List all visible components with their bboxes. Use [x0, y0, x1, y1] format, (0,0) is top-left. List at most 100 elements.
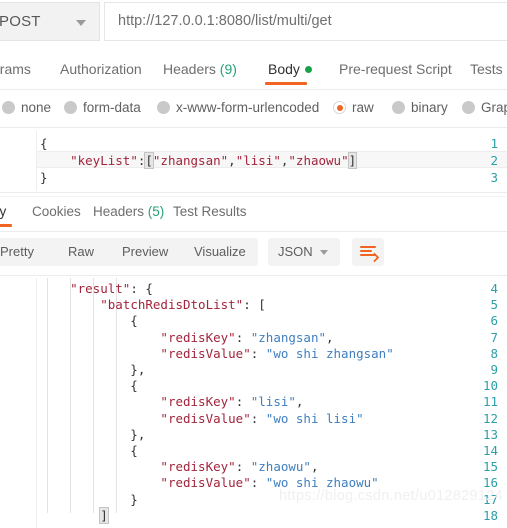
- code-line: "redisValue": "wo shi lisi": [40, 410, 363, 426]
- code-token: "lisi": [235, 153, 281, 168]
- radio-grap[interactable]: Grap: [462, 100, 507, 115]
- tab-tests[interactable]: Tests: [470, 61, 503, 77]
- code-token: "redisValue": [160, 475, 251, 491]
- code-token: ,: [310, 459, 319, 475]
- radio-x-www-form-urlencoded[interactable]: x-www-form-urlencoded: [157, 100, 319, 115]
- line-number: 6: [490, 313, 498, 329]
- code-token: "result": [70, 281, 131, 296]
- line-number: 3: [490, 170, 498, 185]
- code-token: "zhangsan": [250, 329, 327, 345]
- gutter-separator: [36, 278, 37, 528]
- tab-count: (9): [215, 61, 237, 77]
- response-tab-test-results[interactable]: Test Results: [173, 204, 247, 219]
- tab-label: Pre-request Script: [339, 61, 452, 77]
- response-tab-dy[interactable]: dy: [0, 204, 6, 219]
- code-token: ,: [326, 329, 334, 345]
- view-mode-raw[interactable]: Raw: [68, 244, 94, 259]
- radio-label: none: [21, 100, 52, 115]
- code-line: "redisValue": "wo shi zhangsan": [40, 345, 394, 361]
- radio-label: form-data: [83, 100, 141, 115]
- code-line: ]: [40, 506, 109, 524]
- tab-label: Authorization: [60, 61, 142, 77]
- line-number: 14: [482, 443, 498, 458]
- http-method-dropdown[interactable]: POST: [0, 2, 100, 41]
- code-token: ,: [295, 394, 304, 410]
- tab-label: Headers: [163, 61, 216, 77]
- code-line: "keyList":["zhangsan","lisi","zhaowu"]: [40, 152, 358, 169]
- tab-pre-request-script[interactable]: Pre-request Script: [339, 61, 452, 77]
- line-number: 8: [490, 345, 498, 361]
- tab-authorization[interactable]: Authorization: [60, 61, 142, 77]
- code-token: {: [40, 136, 48, 151]
- code-token: :: [235, 459, 251, 475]
- response-tab-cookies[interactable]: Cookies: [32, 204, 81, 219]
- line-number: 2: [490, 153, 498, 168]
- code-token: "wo shi zhangsan": [265, 345, 394, 361]
- code-token: },: [40, 426, 146, 442]
- view-mode-pretty[interactable]: Pretty: [0, 244, 34, 259]
- response-tab-label: Headers: [93, 204, 145, 219]
- format-label: JSON: [278, 244, 313, 259]
- line-number: 10: [482, 378, 498, 394]
- radio-binary[interactable]: binary: [392, 100, 448, 115]
- body-type-radio-group: none form-data x-www-form-urlencoded raw bin…: [0, 92, 507, 128]
- radio-none[interactable]: none: [2, 100, 51, 115]
- code-token: "redisValue": [160, 345, 251, 361]
- code-token: [: [144, 152, 154, 169]
- postman-window: POST http://127.0.0.1:8080/list/multi/ge…: [0, 0, 507, 528]
- code-token: :: [250, 475, 266, 491]
- response-view-toolbar: Pretty Raw Preview Visualize JSON: [0, 238, 507, 272]
- code-line: {: [40, 136, 48, 151]
- code-token: "redisKey": [160, 394, 236, 410]
- request-tabs-divider: [0, 89, 507, 90]
- tab-body[interactable]: Body: [268, 61, 312, 77]
- code-line: "result": {: [40, 281, 153, 296]
- line-number-gutter: [0, 278, 36, 528]
- code-token: :: [250, 345, 266, 361]
- watermark-text: https://blog.csdn.net/u012829124: [278, 488, 503, 504]
- word-wrap-icon: [360, 246, 380, 263]
- code-token: },: [40, 362, 146, 377]
- code-line: },: [40, 427, 145, 442]
- code-token: :: [250, 410, 266, 426]
- code-token: {: [40, 443, 138, 458]
- code-line: },: [40, 362, 145, 377]
- code-token: "lisi": [250, 394, 296, 410]
- view-mode-preview[interactable]: Preview: [122, 244, 168, 259]
- code-line: {: [40, 378, 138, 393]
- response-tab-headers[interactable]: Headers (5): [93, 204, 164, 219]
- radio-dot-icon: [392, 101, 405, 114]
- tab-label: Body: [268, 61, 300, 77]
- line-number: 13: [482, 426, 498, 442]
- response-toolbar-divider: [0, 275, 507, 276]
- radio-dot-icon: [157, 101, 170, 114]
- code-token: :: [235, 329, 251, 345]
- code-token: "zhaowu": [250, 459, 311, 475]
- request-body-editor[interactable]: 1{2 "keyList":["zhangsan","lisi","zhaowu…: [0, 131, 507, 191]
- code-line: }: [40, 492, 138, 507]
- tab-label: Tests: [470, 61, 503, 77]
- response-tab-bar: dy Cookies Headers (5) Test Results: [0, 199, 507, 231]
- tab-headers[interactable]: Headers (9): [163, 61, 237, 77]
- view-mode-visualize[interactable]: Visualize: [194, 244, 246, 259]
- code-token: "redisValue": [160, 410, 251, 426]
- code-token: ,: [228, 153, 236, 168]
- code-token: }: [40, 491, 138, 507]
- active-tab-underline: [265, 82, 307, 85]
- tab-arams[interactable]: arams: [0, 61, 31, 77]
- code-line: "redisKey": "zhaowu",: [40, 459, 319, 475]
- url-input[interactable]: http://127.0.0.1:8080/list/multi/get: [104, 2, 507, 41]
- radio-dot-icon: [2, 101, 15, 114]
- http-method-label: POST: [0, 13, 41, 30]
- code-token: ]: [99, 506, 109, 524]
- radio-form-data[interactable]: form-data: [64, 100, 141, 115]
- chevron-down-icon: [76, 20, 86, 26]
- radio-raw[interactable]: raw: [333, 100, 374, 115]
- code-token: ]: [347, 152, 358, 169]
- response-tab-label: Test Results: [173, 204, 247, 219]
